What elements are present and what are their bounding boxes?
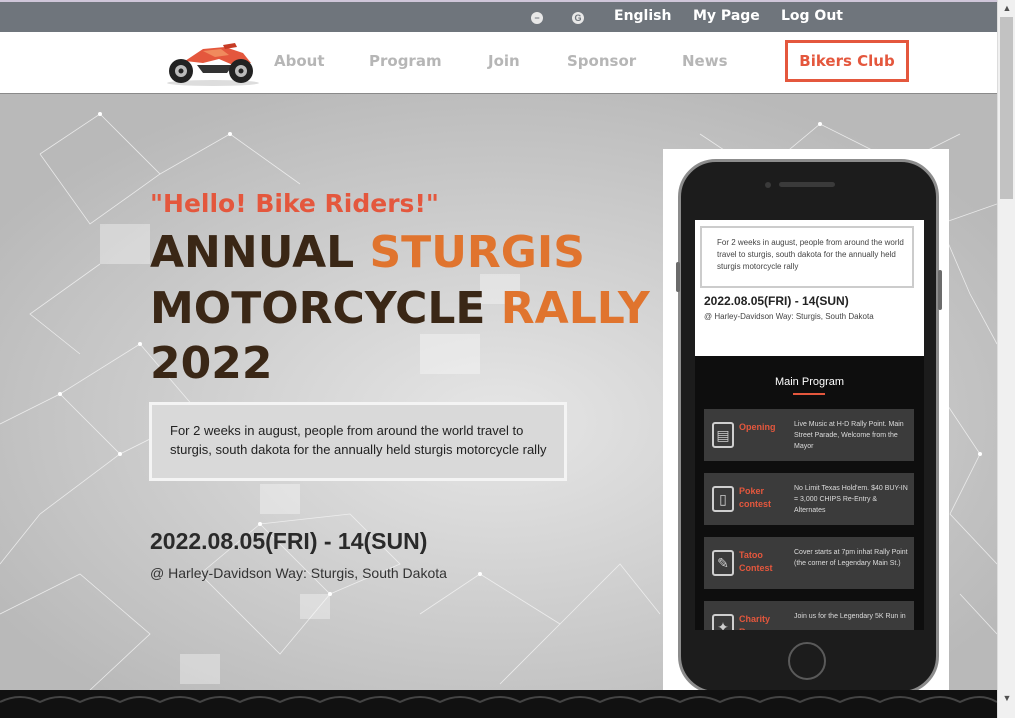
motorcycle-logo[interactable] [163, 39, 261, 87]
event-location: @ Harley-Davidson Way: Sturgis, South Da… [150, 565, 447, 581]
main-program-title: Main Program [774, 376, 845, 388]
program-label: Charity Run [739, 614, 771, 630]
podium-icon: ▤ [712, 422, 734, 448]
hero-title-line-2: MOTORCYCLE RALLY [150, 283, 650, 334]
language-link[interactable]: English [614, 8, 671, 24]
tattoo-icon: ✎ [712, 550, 734, 576]
event-date: 2022.08.05(FRI) - 14(SUN) [150, 528, 428, 554]
main-program-section: Main Program ▤ Opening Live Music at H-D… [695, 356, 924, 630]
nav-item-program[interactable]: Program [369, 52, 442, 70]
phone-event-location: @ Harley-Davidson Way: Sturgis, South Da… [704, 312, 874, 321]
nav-item-news[interactable]: News [682, 52, 728, 70]
bottom-pattern-strip [0, 690, 997, 718]
phone-power-button [938, 270, 942, 310]
bottom-pattern [0, 696, 997, 704]
program-text: Cover starts at 7pm inhat Rally Point (t… [794, 549, 908, 567]
cards-icon: ▯ [712, 486, 734, 512]
phone-description: For 2 weeks in august, people from aroun… [700, 226, 914, 288]
browser-viewport: − G English My Page Log Out About Progra… [0, 0, 997, 718]
phone-camera [765, 182, 771, 188]
phone-volume-button [676, 262, 680, 292]
program-label: Poker contest [739, 486, 772, 509]
bikers-club-button[interactable]: Bikers Club [785, 40, 909, 82]
logout-link[interactable]: Log Out [781, 8, 843, 24]
program-card-charity[interactable]: ✦ Charity Run Join us for the Legendary … [704, 601, 914, 630]
title-word-sturgis: STURGIS [369, 227, 585, 278]
title-word-motorcycle: MOTORCYCLE [150, 283, 501, 334]
runner-icon: ✦ [712, 614, 734, 630]
phone-event-date: 2022.08.05(FRI) - 14(SUN) [704, 294, 849, 308]
phone-home-button [788, 642, 826, 680]
my-page-link[interactable]: My Page [693, 8, 760, 24]
nav-item-about[interactable]: About [274, 52, 325, 70]
phone-speaker [779, 182, 835, 187]
scroll-up-arrow-icon[interactable]: ▲ [998, 0, 1016, 17]
hero-title-line-1: ANNUAL STURGIS [150, 227, 585, 278]
nav-item-join[interactable]: Join [488, 52, 520, 70]
program-label: Opening [739, 422, 776, 432]
hero-title-line-3: 2022 [150, 338, 273, 389]
phone-screen[interactable]: For 2 weeks in august, people from aroun… [695, 220, 924, 630]
program-text: Join us for the Legendary 5K Run in [794, 613, 906, 620]
scroll-down-arrow-icon[interactable]: ▼ [998, 690, 1016, 707]
program-card-opening[interactable]: ▤ Opening Live Music at H-D Rally Point.… [704, 409, 914, 461]
title-word-annual: ANNUAL [150, 227, 370, 278]
main-nav: About Program Join Sponsor News Bikers C… [0, 32, 997, 94]
vertical-scrollbar[interactable]: ▲ ▼ [997, 0, 1016, 718]
program-card-tatoo[interactable]: ✎ Tatoo Contest Cover starts at 7pm inha… [704, 537, 914, 589]
minus-circle-icon[interactable]: − [531, 12, 543, 24]
title-word-rally: RALLY [500, 283, 650, 334]
top-utility-bar: − G English My Page Log Out [0, 2, 997, 32]
hero-description-box: For 2 weeks in august, people from aroun… [149, 402, 567, 481]
program-text: Live Music at H-D Rally Point. Main Stre… [794, 421, 904, 450]
hero-description: For 2 weeks in august, people from aroun… [170, 423, 547, 457]
hero-greeting: "Hello! Bike Riders!" [150, 189, 439, 218]
program-label: Tatoo Contest [739, 550, 773, 573]
google-icon[interactable]: G [572, 12, 584, 24]
nav-item-sponsor[interactable]: Sponsor [567, 52, 636, 70]
scroll-thumb[interactable] [1000, 17, 1013, 199]
program-card-poker[interactable]: ▯ Poker contest No Limit Texas Hold'em. … [704, 473, 914, 525]
window-edge [1015, 0, 1020, 718]
program-text: No Limit Texas Hold'em. $40 BUY-IN = 3,0… [794, 485, 908, 514]
title-underline [793, 393, 825, 395]
